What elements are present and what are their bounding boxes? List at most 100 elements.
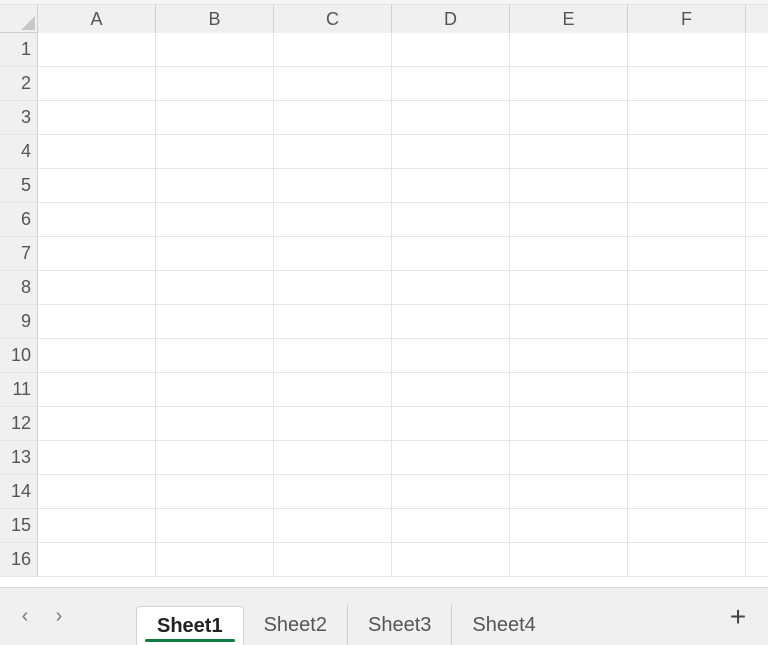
cell[interactable] <box>38 475 156 509</box>
cell[interactable] <box>628 441 746 475</box>
cell[interactable] <box>38 135 156 169</box>
cell[interactable] <box>510 135 628 169</box>
cell[interactable] <box>156 407 274 441</box>
cell[interactable] <box>510 373 628 407</box>
cell[interactable] <box>274 237 392 271</box>
cell[interactable] <box>38 203 156 237</box>
cell[interactable] <box>746 169 768 203</box>
cell[interactable] <box>392 237 510 271</box>
cell[interactable] <box>392 509 510 543</box>
cell[interactable] <box>746 67 768 101</box>
cell[interactable] <box>274 67 392 101</box>
cell[interactable] <box>746 475 768 509</box>
cell[interactable] <box>274 169 392 203</box>
column-header[interactable]: C <box>274 5 392 33</box>
row-header[interactable]: 13 <box>0 441 38 475</box>
cell[interactable] <box>628 339 746 373</box>
row-header[interactable]: 1 <box>0 33 38 67</box>
cell[interactable] <box>746 203 768 237</box>
cell[interactable] <box>38 101 156 135</box>
cell[interactable] <box>274 441 392 475</box>
cell[interactable] <box>156 271 274 305</box>
cell[interactable] <box>156 101 274 135</box>
cell[interactable] <box>274 373 392 407</box>
cell[interactable] <box>392 305 510 339</box>
cell[interactable] <box>38 271 156 305</box>
cell[interactable] <box>746 305 768 339</box>
row-header[interactable]: 14 <box>0 475 38 509</box>
cell[interactable] <box>38 67 156 101</box>
cell[interactable] <box>274 475 392 509</box>
row-header[interactable]: 5 <box>0 169 38 203</box>
column-header[interactable]: E <box>510 5 628 33</box>
cell[interactable] <box>628 169 746 203</box>
cell[interactable] <box>510 67 628 101</box>
row-header[interactable]: 10 <box>0 339 38 373</box>
cell[interactable] <box>746 33 768 67</box>
cell[interactable] <box>746 101 768 135</box>
cell[interactable] <box>156 339 274 373</box>
cell[interactable] <box>38 509 156 543</box>
next-sheet-button[interactable]: › <box>42 600 76 634</box>
cell[interactable] <box>510 33 628 67</box>
cell[interactable] <box>274 203 392 237</box>
sheet-tab-sheet1[interactable]: Sheet1 <box>136 606 244 645</box>
cell[interactable] <box>156 441 274 475</box>
cell[interactable] <box>628 203 746 237</box>
row-header[interactable]: 4 <box>0 135 38 169</box>
select-all-corner[interactable] <box>0 5 38 33</box>
cell[interactable] <box>392 271 510 305</box>
column-header[interactable] <box>746 5 768 33</box>
cell[interactable] <box>274 407 392 441</box>
add-sheet-button[interactable]: + <box>716 595 760 639</box>
row-header[interactable]: 12 <box>0 407 38 441</box>
cell[interactable] <box>628 305 746 339</box>
cell[interactable] <box>510 407 628 441</box>
cell[interactable] <box>274 339 392 373</box>
cell[interactable] <box>628 135 746 169</box>
cell[interactable] <box>156 33 274 67</box>
cell[interactable] <box>746 509 768 543</box>
sheet-tab-sheet3[interactable]: Sheet3 <box>348 605 452 645</box>
cell[interactable] <box>392 407 510 441</box>
cell[interactable] <box>628 407 746 441</box>
cell[interactable] <box>156 169 274 203</box>
cell[interactable] <box>746 407 768 441</box>
row-header[interactable]: 16 <box>0 543 38 577</box>
cell[interactable] <box>38 237 156 271</box>
cell[interactable] <box>628 543 746 577</box>
sheet-tab-sheet2[interactable]: Sheet2 <box>244 605 348 645</box>
cell[interactable] <box>156 509 274 543</box>
row-header[interactable]: 2 <box>0 67 38 101</box>
cell[interactable] <box>156 67 274 101</box>
cell[interactable] <box>628 509 746 543</box>
cell[interactable] <box>156 373 274 407</box>
prev-sheet-button[interactable]: ‹ <box>8 600 42 634</box>
cell[interactable] <box>510 509 628 543</box>
cell[interactable] <box>746 237 768 271</box>
cell[interactable] <box>628 475 746 509</box>
cell[interactable] <box>38 407 156 441</box>
row-header[interactable]: 9 <box>0 305 38 339</box>
cell[interactable] <box>510 543 628 577</box>
cell[interactable] <box>510 237 628 271</box>
cell[interactable] <box>392 475 510 509</box>
cell[interactable] <box>38 33 156 67</box>
cell[interactable] <box>38 543 156 577</box>
cell[interactable] <box>392 169 510 203</box>
cell[interactable] <box>38 339 156 373</box>
cell[interactable] <box>746 373 768 407</box>
cell[interactable] <box>510 169 628 203</box>
cell[interactable] <box>392 135 510 169</box>
cell[interactable] <box>38 373 156 407</box>
cell[interactable] <box>392 203 510 237</box>
cell[interactable] <box>510 101 628 135</box>
cell[interactable] <box>392 101 510 135</box>
cell[interactable] <box>274 33 392 67</box>
cell[interactable] <box>628 271 746 305</box>
cell[interactable] <box>392 339 510 373</box>
row-header[interactable]: 8 <box>0 271 38 305</box>
cell[interactable] <box>274 509 392 543</box>
column-header[interactable]: D <box>392 5 510 33</box>
row-header[interactable]: 6 <box>0 203 38 237</box>
